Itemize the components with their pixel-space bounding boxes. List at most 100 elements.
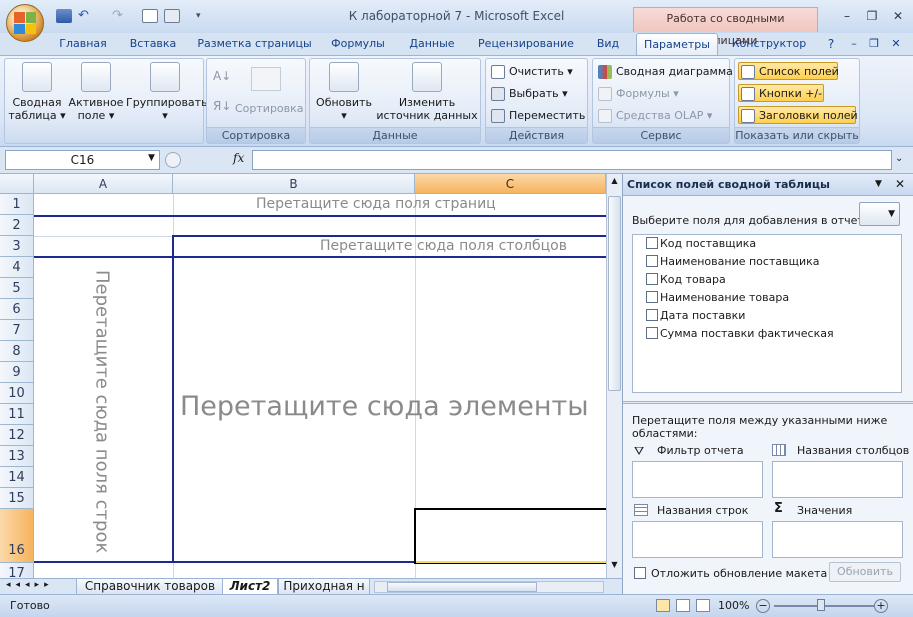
pivot-chart-button[interactable]: Сводная диаграмма bbox=[596, 63, 733, 81]
row-header[interactable]: 12 bbox=[0, 425, 34, 446]
panel-close-icon[interactable]: ✕ bbox=[895, 177, 905, 191]
defer-update-checkbox[interactable] bbox=[634, 567, 646, 579]
close-icon[interactable]: ✕ bbox=[887, 8, 909, 24]
row-header[interactable]: 13 bbox=[0, 446, 34, 467]
zoom-in-icon[interactable]: + bbox=[874, 599, 888, 613]
row-header[interactable]: 10 bbox=[0, 383, 34, 404]
customize-qat-icon[interactable]: ▾ bbox=[196, 9, 212, 23]
tab-options[interactable]: Параметры bbox=[636, 33, 718, 55]
page-fields-drop-zone[interactable]: Перетащите сюда поля страниц bbox=[256, 194, 496, 214]
tab-data[interactable]: Данные bbox=[400, 33, 464, 55]
field-item[interactable]: Наименование поставщика bbox=[646, 253, 819, 271]
row-header[interactable]: 2 bbox=[0, 215, 34, 236]
row-header[interactable]: 11 bbox=[0, 404, 34, 425]
row-header[interactable]: 5 bbox=[0, 278, 34, 299]
clear-button[interactable]: Очистить ▾ bbox=[489, 63, 573, 81]
redo-icon[interactable]: ↷ bbox=[112, 9, 128, 23]
sort-button[interactable]: Сортировка bbox=[235, 102, 304, 115]
sheet-tab[interactable]: Справочник товаров bbox=[76, 579, 224, 595]
undo-icon[interactable]: ↶ bbox=[78, 9, 94, 23]
row-header[interactable]: 3 bbox=[0, 236, 34, 257]
name-box[interactable]: C16 bbox=[5, 150, 160, 170]
name-box-dropdown-icon[interactable]: ▼ bbox=[148, 153, 155, 163]
tab-home[interactable]: Главная bbox=[52, 33, 114, 55]
panel-splitter[interactable] bbox=[623, 401, 913, 404]
zoom-level[interactable]: 100% bbox=[718, 599, 749, 612]
zoom-out-icon[interactable]: − bbox=[756, 599, 770, 613]
row-header[interactable]: 4 bbox=[0, 257, 34, 278]
select-all-corner[interactable] bbox=[0, 174, 34, 194]
office-button[interactable] bbox=[6, 4, 44, 42]
field-item[interactable]: Сумма поставки фактическая bbox=[646, 325, 834, 343]
checkbox[interactable] bbox=[646, 309, 658, 321]
sheet-tab[interactable]: Приходная н bbox=[278, 579, 370, 595]
print-preview-icon[interactable] bbox=[142, 9, 158, 23]
doc-close-icon[interactable]: ✕ bbox=[888, 33, 904, 55]
panel-menu-icon[interactable]: ▼ bbox=[875, 179, 882, 189]
row-header[interactable]: 16 bbox=[0, 509, 34, 563]
vertical-scrollbar[interactable]: ▲ ▼ bbox=[606, 174, 622, 578]
data-items-drop-zone[interactable]: Перетащите сюда элементы bbox=[180, 391, 589, 422]
formula-input[interactable] bbox=[252, 150, 892, 170]
active-field-button[interactable]: Активное поле ▾ bbox=[66, 62, 126, 122]
field-item[interactable]: Наименование товара bbox=[646, 289, 789, 307]
formulas-button[interactable]: Формулы ▾ bbox=[596, 85, 679, 103]
page-break-view-icon[interactable] bbox=[696, 599, 710, 612]
sheet-nav-icon[interactable]: ◂◂◂▸▸ bbox=[6, 580, 54, 590]
doc-minimize-icon[interactable]: – bbox=[846, 33, 862, 55]
horizontal-scrollbar[interactable] bbox=[374, 581, 604, 593]
row-header[interactable]: 7 bbox=[0, 320, 34, 341]
row-header[interactable]: 14 bbox=[0, 467, 34, 488]
values-drop-box[interactable] bbox=[772, 521, 903, 558]
checkbox[interactable] bbox=[646, 237, 658, 249]
row-header[interactable]: 8 bbox=[0, 341, 34, 362]
group-button[interactable]: Группировать ▾ bbox=[126, 62, 208, 122]
rows-drop-box[interactable] bbox=[632, 521, 763, 558]
field-item[interactable]: Код поставщика bbox=[646, 235, 756, 253]
minimize-icon[interactable]: – bbox=[836, 8, 858, 24]
sort-za-icon[interactable]: Я↓ bbox=[213, 99, 231, 113]
worksheet-grid[interactable]: A B C 1 2 3 4 5 6 7 8 9 10 11 12 13 14 1… bbox=[0, 174, 622, 578]
field-item[interactable]: Код товара bbox=[646, 271, 726, 289]
olap-button[interactable]: Средства OLAP ▾ bbox=[596, 107, 712, 125]
pivot-table-button[interactable]: Сводная таблица ▾ bbox=[8, 62, 66, 122]
sort-az-icon[interactable]: A↓ bbox=[213, 69, 231, 83]
scroll-down-icon[interactable]: ▼ bbox=[608, 560, 621, 574]
refresh-button[interactable]: Обновить ▾ bbox=[313, 62, 375, 122]
checkbox[interactable] bbox=[646, 255, 658, 267]
zoom-slider-thumb[interactable] bbox=[817, 599, 825, 611]
tab-formulas[interactable]: Формулы bbox=[322, 33, 394, 55]
tab-view[interactable]: Вид bbox=[588, 33, 628, 55]
column-header-b[interactable]: B bbox=[173, 174, 415, 194]
filter-drop-box[interactable] bbox=[632, 461, 763, 498]
headers-toggle[interactable]: Заголовки полей bbox=[738, 106, 858, 124]
row-header[interactable]: 1 bbox=[0, 194, 34, 215]
update-button[interactable]: Обновить bbox=[829, 562, 901, 582]
save-icon[interactable] bbox=[56, 9, 72, 23]
tab-insert[interactable]: Вставка bbox=[122, 33, 184, 55]
fx-icon[interactable]: fx bbox=[233, 151, 244, 165]
scroll-thumb[interactable] bbox=[608, 196, 621, 391]
column-header-a[interactable]: A bbox=[34, 174, 173, 194]
checkbox[interactable] bbox=[646, 327, 658, 339]
page-layout-view-icon[interactable] bbox=[676, 599, 690, 612]
column-fields-drop-zone[interactable]: Перетащите сюда поля столбцов bbox=[320, 236, 567, 256]
scroll-up-icon[interactable]: ▲ bbox=[608, 176, 621, 190]
field-item[interactable]: Дата поставки bbox=[646, 307, 745, 325]
expand-formula-icon[interactable] bbox=[165, 152, 181, 168]
columns-drop-box[interactable] bbox=[772, 461, 903, 498]
sort-custom-icon[interactable] bbox=[251, 67, 281, 91]
row-header[interactable]: 6 bbox=[0, 299, 34, 320]
sheet-tab-active[interactable]: Лист2 bbox=[222, 579, 278, 595]
select-button[interactable]: Выбрать ▾ bbox=[489, 85, 568, 103]
row-fields-drop-zone[interactable]: Перетащите сюда поля строк bbox=[52, 262, 152, 562]
tab-page-layout[interactable]: Разметка страницы bbox=[192, 33, 317, 55]
row-header[interactable]: 15 bbox=[0, 488, 34, 509]
formula-expand-icon[interactable]: ⌄ bbox=[895, 153, 903, 164]
help-icon[interactable]: ? bbox=[822, 33, 840, 55]
move-button[interactable]: Переместить bbox=[489, 107, 585, 125]
change-source-button[interactable]: Изменить источник данных bbox=[375, 62, 479, 122]
row-header[interactable]: 9 bbox=[0, 362, 34, 383]
checkbox[interactable] bbox=[646, 291, 658, 303]
doc-restore-icon[interactable]: ❐ bbox=[866, 33, 882, 55]
